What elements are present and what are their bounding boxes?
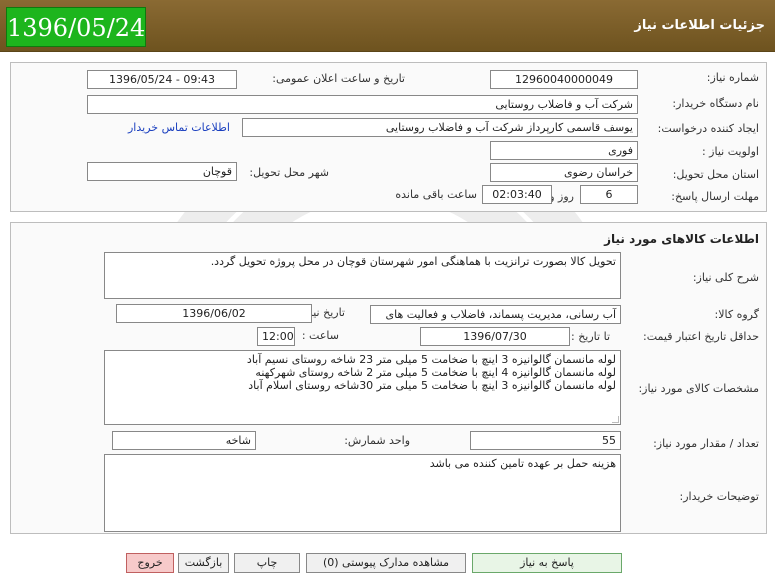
- deadline-time-field[interactable]: 02:03:40: [482, 185, 552, 204]
- goods-group-field[interactable]: آب رسانی، مدیریت پسماند، فاضلاب و فعالیت…: [370, 305, 621, 324]
- back-button[interactable]: بازگشت: [178, 553, 229, 573]
- goods-section-title: اطلاعات کالاهای مورد نیاز: [604, 232, 759, 246]
- request-creator-label: ایجاد کننده درخواست:: [657, 122, 759, 135]
- until-date-label: تا تاریخ :: [571, 330, 610, 343]
- specs-line: لوله مانسمان گالوانیزه 3 اینچ با ضخامت 5…: [246, 353, 616, 366]
- days-label: روز و: [549, 190, 574, 203]
- view-attachments-button[interactable]: مشاهده مدارک پیوستی (0): [306, 553, 466, 573]
- specs-line: لوله مانسمان گالوانیزه 3 اینچ با ضخامت 5…: [248, 379, 616, 392]
- print-button[interactable]: چاپ: [234, 553, 300, 573]
- delivery-city-field[interactable]: قوچان: [87, 162, 237, 181]
- page-title: جزئیات اطلاعات نیاز: [634, 18, 765, 33]
- delivery-province-field[interactable]: خراسان رضوی: [490, 163, 638, 182]
- goods-specs-label: مشخصات کالای مورد نیاز:: [638, 382, 759, 395]
- buyer-org-field[interactable]: شرکت آب و فاضلاب روستایی: [87, 95, 638, 114]
- respond-button[interactable]: پاسخ به نیاز: [472, 553, 622, 573]
- until-date-field[interactable]: 1396/07/30: [420, 327, 570, 346]
- exit-button[interactable]: خروج: [126, 553, 174, 573]
- min-price-validity-label: حداقل تاریخ اعتبار قیمت:: [643, 330, 759, 343]
- unit-field[interactable]: شاخه: [112, 431, 256, 450]
- delivery-city-label: شهر محل تحویل:: [249, 166, 329, 179]
- unit-label: واحد شمارش:: [344, 434, 410, 447]
- buyer-org-label: نام دستگاه خریدار:: [672, 97, 759, 110]
- goods-specs-field[interactable]: لوله مانسمان گالوانیزه 3 اینچ با ضخامت 5…: [104, 350, 621, 425]
- buyer-contact-link[interactable]: اطلاعات تماس خریدار: [128, 121, 230, 134]
- deadline-days-field[interactable]: 6: [580, 185, 638, 204]
- general-description-field[interactable]: تحویل کالا بصورت ترانزیت با هماهنگی امور…: [104, 252, 621, 299]
- buyer-notes-label: توضیحات خریدار:: [679, 490, 760, 503]
- response-deadline-label: مهلت ارسال پاسخ:: [671, 190, 759, 203]
- goods-group-label: گروه کالا:: [714, 308, 759, 321]
- request-creator-field[interactable]: یوسف قاسمی کارپرداز شرکت آب و فاضلاب روس…: [242, 118, 638, 137]
- need-number-label: شماره نیاز:: [706, 71, 759, 84]
- need-number-field[interactable]: 12960040000049: [490, 70, 638, 89]
- buyer-notes-field[interactable]: هزینه حمل بر عهده تامین کننده می باشد: [104, 454, 621, 532]
- quantity-field[interactable]: 55: [470, 431, 621, 450]
- specs-line: لوله مانسمان گالوانیزه 4 اینچ با ضخامت 5…: [255, 366, 616, 379]
- announce-datetime-field[interactable]: 1396/05/24 - 09:43: [87, 70, 237, 89]
- quantity-label: تعداد / مقدار مورد نیاز:: [653, 437, 759, 450]
- priority-field[interactable]: فوری: [490, 141, 638, 160]
- announce-datetime-label: تاریخ و ساعت اعلان عمومی:: [272, 72, 405, 85]
- time-label: ساعت :: [301, 329, 339, 342]
- delivery-province-label: استان محل تحویل:: [672, 168, 759, 181]
- buyer-notes-text: هزینه حمل بر عهده تامین کننده می باشد: [429, 457, 616, 470]
- time-field[interactable]: 12:00: [257, 327, 295, 346]
- remaining-hours-label: ساعت باقی مانده: [395, 188, 477, 201]
- date-badge: 1396/05/24: [6, 7, 146, 47]
- need-date-field[interactable]: 1396/06/02: [116, 304, 312, 323]
- general-description-label: شرح کلی نیاز:: [692, 271, 759, 284]
- priority-label: اولویت نیاز :: [701, 145, 759, 158]
